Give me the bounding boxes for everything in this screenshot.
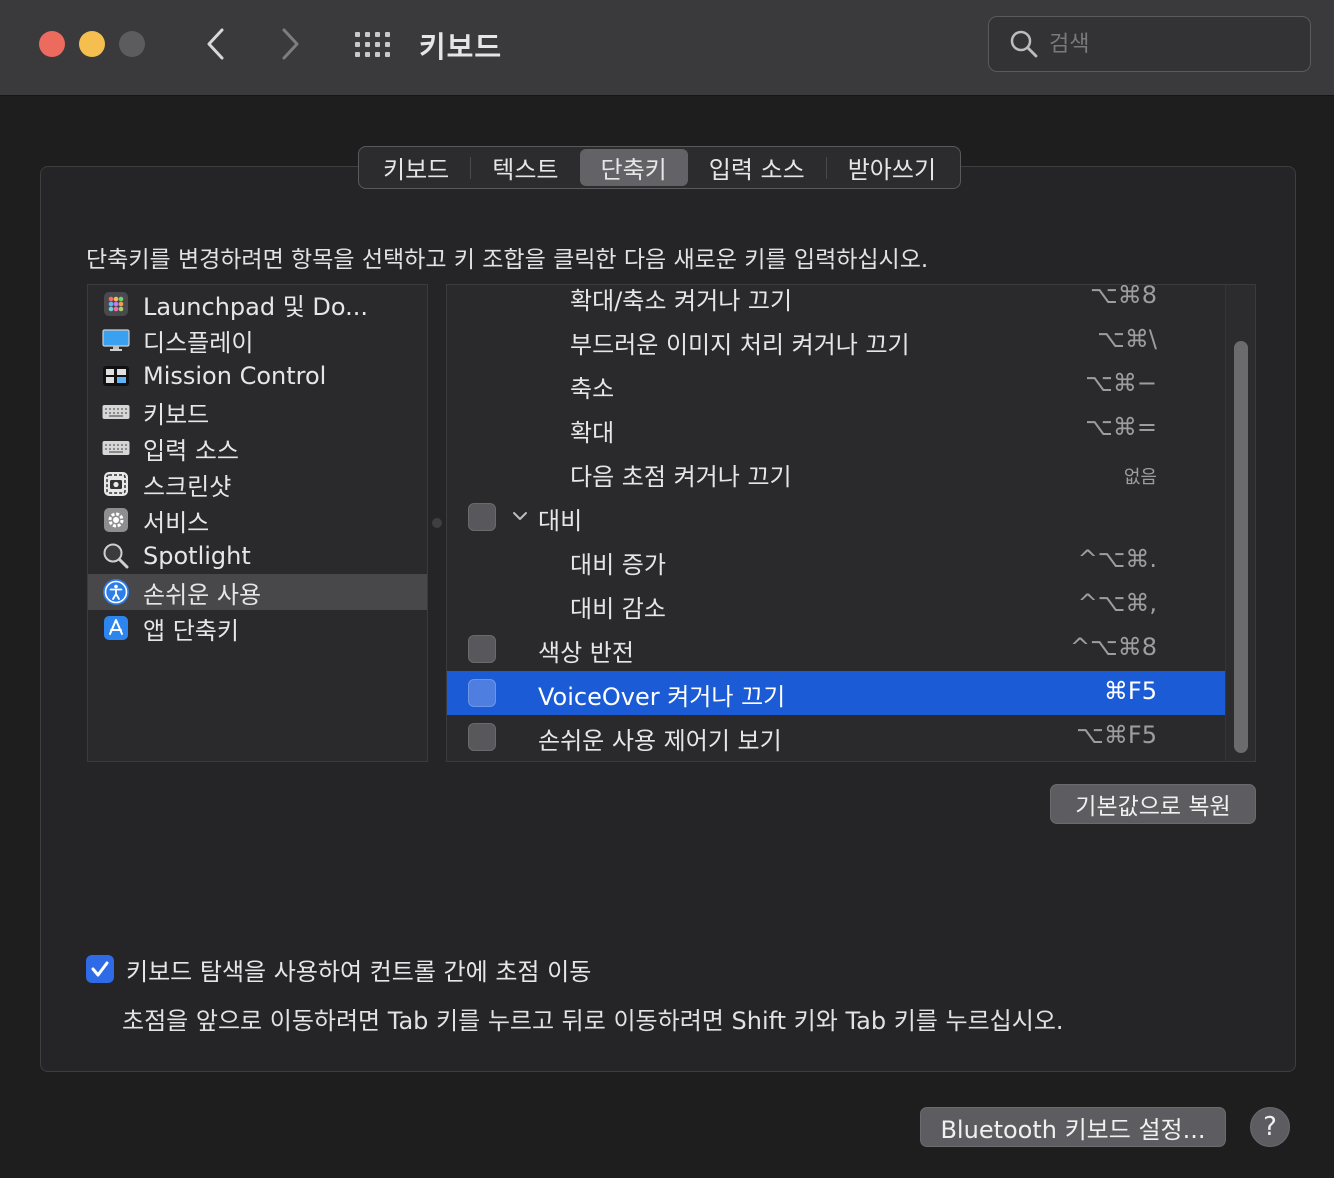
category-item-keyboard[interactable]: 키보드 bbox=[88, 394, 427, 430]
chevron-left-icon bbox=[207, 28, 224, 60]
search-field[interactable] bbox=[988, 16, 1311, 72]
shortcut-row[interactable]: 대비 감소 ^⌥⌘, bbox=[447, 583, 1225, 627]
shortcut-key[interactable]: ^⌥⌘, bbox=[1078, 589, 1157, 617]
close-button[interactable] bbox=[39, 31, 65, 57]
shortcut-name: 대비 감소 bbox=[570, 595, 666, 623]
tab-bar: 키보드 텍스트 단축키 입력 소스 받아쓰기 bbox=[358, 146, 962, 189]
help-button[interactable]: ? bbox=[1250, 1107, 1290, 1147]
shortcut-checkbox[interactable] bbox=[468, 635, 496, 663]
shortcut-group-row[interactable]: 대비 bbox=[447, 495, 1225, 539]
keyboard-navigation-checkbox[interactable] bbox=[86, 955, 114, 983]
category-label: 앱 단축키 bbox=[143, 616, 239, 645]
search-icon bbox=[1010, 30, 1038, 58]
tab-text[interactable]: 텍스트 bbox=[471, 149, 579, 186]
category-label: Mission Control bbox=[143, 362, 327, 390]
accessibility-icon bbox=[102, 578, 130, 606]
shortcut-key[interactable]: ^⌥⌘. bbox=[1078, 545, 1157, 573]
back-button[interactable] bbox=[196, 24, 236, 64]
window-title: 키보드 bbox=[419, 30, 503, 64]
category-label: 서비스 bbox=[143, 508, 210, 537]
category-item-screenshot[interactable]: 스크린샷 bbox=[88, 466, 427, 502]
category-item-accessibility[interactable]: 손쉬운 사용 bbox=[88, 574, 427, 610]
shortcut-row[interactable]: 축소 ⌥⌘− bbox=[447, 363, 1225, 407]
bluetooth-keyboard-setup-button[interactable]: Bluetooth 키보드 설정... bbox=[920, 1107, 1226, 1147]
category-label: 입력 소스 bbox=[143, 436, 239, 465]
shortcut-row[interactable]: 확대/축소 켜거나 끄기 ⌥⌘8 bbox=[447, 285, 1225, 319]
category-item-services[interactable]: 서비스 bbox=[88, 502, 427, 538]
keyboard-icon bbox=[102, 398, 130, 426]
tab-keyboard[interactable]: 키보드 bbox=[362, 149, 470, 186]
chevron-down-icon[interactable] bbox=[509, 505, 531, 527]
shortcut-row[interactable]: 대비 증가 ^⌥⌘. bbox=[447, 539, 1225, 583]
tab-shortcuts[interactable]: 단축키 bbox=[579, 149, 688, 186]
shortcut-row[interactable]: 손쉬운 사용 제어기 보기 ⌥⌘F5 bbox=[447, 715, 1225, 759]
category-label: 디스플레이 bbox=[143, 328, 254, 357]
checkmark-icon bbox=[91, 961, 109, 977]
shortcut-name: 축소 bbox=[570, 375, 615, 403]
instruction-text: 단축키를 변경하려면 항목을 선택하고 키 조합을 클릭한 다음 새로운 키를 … bbox=[86, 247, 929, 273]
category-item-input-sources[interactable]: 입력 소스 bbox=[88, 430, 427, 466]
mission-control-icon bbox=[102, 362, 130, 390]
category-item-spotlight[interactable]: Spotlight bbox=[88, 538, 427, 574]
shortcut-name: 대비 bbox=[538, 507, 583, 535]
launchpad-icon bbox=[102, 290, 130, 318]
search-input[interactable] bbox=[1049, 31, 1289, 57]
shortcut-name: 확대 bbox=[570, 419, 615, 447]
shortcut-key[interactable]: ^⌥⌘8 bbox=[1070, 633, 1157, 661]
category-label: 손쉬운 사용 bbox=[143, 580, 262, 609]
shortcut-key[interactable]: ⌥⌘8 bbox=[1090, 285, 1157, 309]
shortcut-checkbox[interactable] bbox=[468, 723, 496, 751]
category-item-app-shortcuts[interactable]: 앱 단축키 bbox=[88, 610, 427, 646]
shortcut-row-selected[interactable]: VoiceOver 켜거나 끄기 ⌘F5 bbox=[447, 671, 1225, 715]
scrollbar[interactable] bbox=[1225, 285, 1255, 761]
category-item-launchpad[interactable]: Launchpad 및 Do... bbox=[88, 286, 427, 322]
shortcut-key[interactable]: ⌥⌘− bbox=[1085, 369, 1157, 397]
title-bar: 키보드 bbox=[0, 0, 1334, 96]
magnifier-icon bbox=[102, 542, 130, 570]
shortcut-name: 대비 증가 bbox=[570, 551, 666, 579]
keyboard-navigation-label[interactable]: 키보드 탐색을 사용하여 컨트롤 간에 초점 이동 bbox=[126, 952, 591, 987]
shortcut-key[interactable]: ⌘F5 bbox=[1104, 677, 1157, 705]
chevron-right-icon bbox=[282, 28, 299, 60]
tab-dictation[interactable]: 받아쓰기 bbox=[827, 149, 957, 186]
shortcut-row[interactable]: 확대 ⌥⌘= bbox=[447, 407, 1225, 451]
show-all-grid-icon[interactable] bbox=[350, 24, 394, 64]
category-label: Spotlight bbox=[143, 542, 251, 570]
gear-icon bbox=[102, 506, 130, 534]
split-view-handle[interactable] bbox=[432, 518, 442, 528]
shortcut-name: VoiceOver 켜거나 끄기 bbox=[538, 683, 786, 711]
keyboard-navigation-description: 초점을 앞으로 이동하려면 Tab 키를 누르고 뒤로 이동하려면 Shift … bbox=[122, 1007, 1064, 1035]
shortcut-row[interactable]: 다음 초점 켜거나 끄기 없음 bbox=[447, 451, 1225, 495]
keyboard-icon bbox=[102, 434, 130, 462]
display-icon bbox=[102, 326, 130, 354]
shortcut-row[interactable]: 색상 반전 ^⌥⌘8 bbox=[447, 627, 1225, 671]
forward-button[interactable] bbox=[270, 24, 310, 64]
shortcut-name: 색상 반전 bbox=[538, 639, 634, 667]
shortcut-checkbox[interactable] bbox=[468, 503, 496, 531]
shortcut-key[interactable]: ⌥⌘= bbox=[1085, 413, 1157, 441]
shortcut-name: 손쉬운 사용 제어기 보기 bbox=[538, 727, 782, 755]
zoom-button[interactable] bbox=[119, 31, 145, 57]
shortcut-name: 부드러운 이미지 처리 켜거나 끄기 bbox=[570, 331, 910, 359]
shortcut-list: 확대/축소 켜거나 끄기 ⌥⌘8 부드러운 이미지 처리 켜거나 끄기 ⌥⌘\ … bbox=[446, 284, 1256, 762]
category-item-mission-control[interactable]: Mission Control bbox=[88, 358, 427, 394]
shortcut-key[interactable]: ⌥⌘\ bbox=[1097, 325, 1157, 353]
tab-input-sources[interactable]: 입력 소스 bbox=[688, 149, 826, 186]
shortcut-name: 확대/축소 켜거나 끄기 bbox=[570, 287, 793, 315]
category-item-display[interactable]: 디스플레이 bbox=[88, 322, 427, 358]
category-list: Launchpad 및 Do... 디스플레이 Mission Control bbox=[87, 284, 428, 762]
scrollbar-thumb[interactable] bbox=[1234, 341, 1248, 753]
shortcut-checkbox[interactable] bbox=[468, 679, 496, 707]
app-store-icon bbox=[102, 614, 130, 642]
shortcut-row[interactable]: 부드러운 이미지 처리 켜거나 끄기 ⌥⌘\ bbox=[447, 319, 1225, 363]
category-label: 키보드 bbox=[143, 400, 210, 429]
shortcut-key[interactable]: 없음 bbox=[1124, 463, 1157, 489]
shortcut-name: 다음 초점 켜거나 끄기 bbox=[570, 463, 792, 491]
category-label: 스크린샷 bbox=[143, 472, 232, 501]
category-label: Launchpad 및 Do... bbox=[143, 292, 369, 321]
minimize-button[interactable] bbox=[79, 31, 105, 57]
restore-defaults-button[interactable]: 기본값으로 복원 bbox=[1050, 784, 1256, 824]
shortcut-key[interactable]: ⌥⌘F5 bbox=[1076, 721, 1157, 749]
screenshot-icon bbox=[102, 470, 130, 498]
